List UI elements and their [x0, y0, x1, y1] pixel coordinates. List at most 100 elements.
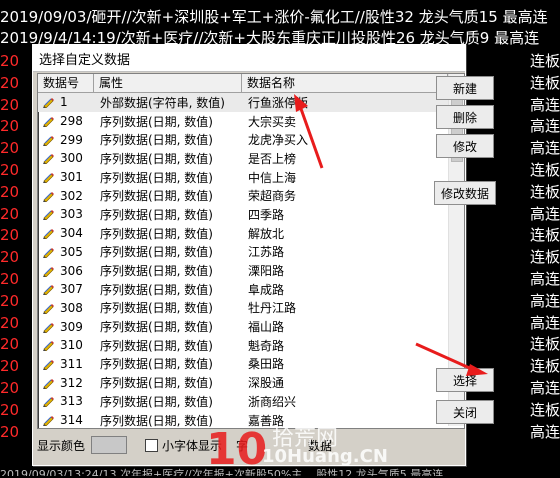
table-row[interactable]: 308 序列数据(日期, 数值) 牡丹江路: [38, 299, 448, 318]
watermark: 10 拾荒网 10Huang.CN: [200, 414, 400, 475]
bg-right-text: 连板: [529, 226, 560, 245]
table-row[interactable]: 304 序列数据(日期, 数值) 解放北: [38, 224, 448, 243]
table-row[interactable]: 300 序列数据(日期, 数值) 是否上榜: [38, 149, 448, 168]
row-number: 310: [60, 338, 83, 353]
bg-left-digit: 20: [0, 226, 20, 245]
cell-attribute: 序列数据(日期, 数值): [100, 226, 213, 241]
bg-right-text: 连板: [529, 182, 560, 201]
bg-left-digit: 20: [0, 270, 20, 288]
cell-name: 阜成路: [248, 282, 285, 297]
new-button[interactable]: 新建: [436, 76, 494, 100]
table-row[interactable]: 305 序列数据(日期, 数值) 江苏路: [38, 243, 448, 262]
pencil-icon: [43, 266, 54, 277]
cell-number: 304: [38, 226, 94, 240]
bg-left-digit: 20: [0, 313, 20, 332]
cell-name: 中信上海: [248, 170, 297, 185]
bg-right-text: 高连: [529, 95, 560, 114]
dialog-title: 选择自定义数据: [39, 52, 131, 68]
pencil-icon: [43, 210, 54, 221]
table-row[interactable]: 302 序列数据(日期, 数值) 荣超商务: [38, 186, 448, 205]
table-row[interactable]: 299 序列数据(日期, 数值) 龙虎净买入: [38, 130, 448, 149]
table-row[interactable]: 301 序列数据(日期, 数值) 中信上海: [38, 168, 448, 187]
cell-number: 313: [38, 394, 94, 408]
row-number: 306: [60, 263, 83, 278]
column-header-number[interactable]: 数据号: [38, 74, 94, 92]
cell-name: 江苏路: [248, 245, 285, 260]
pencil-icon: [43, 303, 54, 314]
bg-right-text: 高连: [529, 291, 560, 310]
cell-attribute: 序列数据(日期, 数值): [100, 207, 213, 222]
row-number: 314: [60, 413, 83, 428]
table-row[interactable]: 298 序列数据(日期, 数值) 大宗买卖: [38, 112, 448, 131]
data-listview[interactable]: 数据号 属性 数据名称 1 外部数据(字符串, 数值) 行鱼涨停版 298 序列数据(日…: [37, 73, 465, 429]
table-row[interactable]: 313 序列数据(日期, 数值) 浙商绍兴: [38, 392, 448, 411]
cell-name: 四季路: [248, 207, 285, 222]
cell-attribute: 序列数据(日期, 数值): [100, 320, 213, 335]
row-number: 303: [60, 207, 83, 222]
pencil-icon: [43, 135, 54, 146]
bg-left-digit: 20: [0, 161, 20, 179]
delete-button[interactable]: 删除: [436, 105, 494, 129]
row-number: 308: [60, 300, 83, 315]
cell-number: 306: [38, 264, 94, 278]
list-header: 数据号 属性 数据名称: [38, 74, 448, 93]
bg-line-1-date: 2019/09/03/: [0, 8, 92, 26]
bg-left-digit: 20: [0, 139, 20, 158]
pencil-icon: [43, 247, 54, 258]
cell-name: 解放北: [248, 226, 285, 241]
cell-name: 是否上榜: [248, 151, 297, 166]
row-number: 304: [60, 226, 83, 241]
bg-right-text: 连板: [529, 73, 560, 92]
list-rows: 1 外部数据(字符串, 数值) 行鱼涨停版 298 序列数据(日期, 数值) 大宗买卖 29…: [38, 93, 448, 428]
row-number: 298: [60, 114, 83, 129]
bg-right-text: 高连: [529, 313, 560, 332]
column-header-name[interactable]: 数据名称: [242, 74, 448, 92]
row-number: 313: [60, 394, 83, 409]
cell-name: 浙商绍兴: [248, 394, 297, 409]
pencil-icon: [43, 191, 54, 202]
modify-button[interactable]: 修改: [436, 134, 494, 158]
table-row[interactable]: 309 序列数据(日期, 数值) 福山路: [38, 317, 448, 336]
svg-text:10: 10: [206, 424, 267, 474]
small-font-checkbox[interactable]: [145, 438, 159, 452]
bg-left-digit: 20: [0, 379, 20, 397]
dialog-titlebar[interactable]: 选择自定义数据: [33, 45, 465, 72]
table-row[interactable]: 312 序列数据(日期, 数值) 深股通: [38, 373, 448, 392]
close-button[interactable]: 关闭: [436, 400, 494, 424]
row-number: 307: [60, 282, 83, 297]
table-row[interactable]: 307 序列数据(日期, 数值) 阜成路: [38, 280, 448, 299]
pencil-icon: [43, 397, 54, 408]
row-number: 302: [60, 188, 83, 203]
table-row[interactable]: 311 序列数据(日期, 数值) 桑田路: [38, 355, 448, 374]
cell-name: 福山路: [248, 320, 285, 335]
row-number: 309: [60, 319, 83, 334]
table-row[interactable]: 1 外部数据(字符串, 数值) 行鱼涨停版: [38, 93, 448, 112]
bg-left-digit: 20: [0, 182, 20, 201]
bg-line-1-tail: 股性32 龙头气质15 最高连: [364, 8, 548, 26]
select-custom-data-dialog: 选择自定义数据 数据号 属性 数据名称 1 外部数据(字符串, 数值) 行鱼涨停版 2…: [32, 44, 466, 466]
bg-right-text: 连板: [529, 335, 560, 354]
pencil-icon: [43, 378, 54, 389]
bg-left-digit: 20: [0, 52, 20, 70]
display-color-swatch[interactable]: [91, 436, 128, 454]
cell-attribute: 序列数据(日期, 数值): [100, 394, 213, 409]
pencil-icon: [43, 341, 54, 352]
cell-number: 311: [38, 357, 94, 371]
cell-attribute: 序列数据(日期, 数值): [100, 282, 213, 297]
column-header-attribute[interactable]: 属性: [94, 74, 242, 92]
table-row[interactable]: 303 序列数据(日期, 数值) 四季路: [38, 205, 448, 224]
pencil-icon: [43, 173, 54, 184]
pencil-icon: [43, 359, 54, 370]
table-row[interactable]: 310 序列数据(日期, 数值) 魁奇路: [38, 336, 448, 355]
pencil-icon: [43, 154, 54, 165]
cell-attribute: 序列数据(日期, 数值): [100, 357, 213, 372]
modify-data-button[interactable]: 修改数据: [434, 181, 496, 205]
cell-attribute: 序列数据(日期, 数值): [100, 189, 213, 204]
bg-line-1-text: 砸开//次新+深圳股+军工+涨价-氟化工//: [91, 8, 365, 26]
cell-name: 牡丹江路: [248, 301, 297, 316]
bg-left-digit: 20: [0, 117, 20, 136]
cell-number: 308: [38, 301, 94, 315]
table-row[interactable]: 306 序列数据(日期, 数值) 溧阳路: [38, 261, 448, 280]
cell-name: 荣超商务: [248, 189, 297, 204]
pencil-icon: [43, 416, 54, 427]
